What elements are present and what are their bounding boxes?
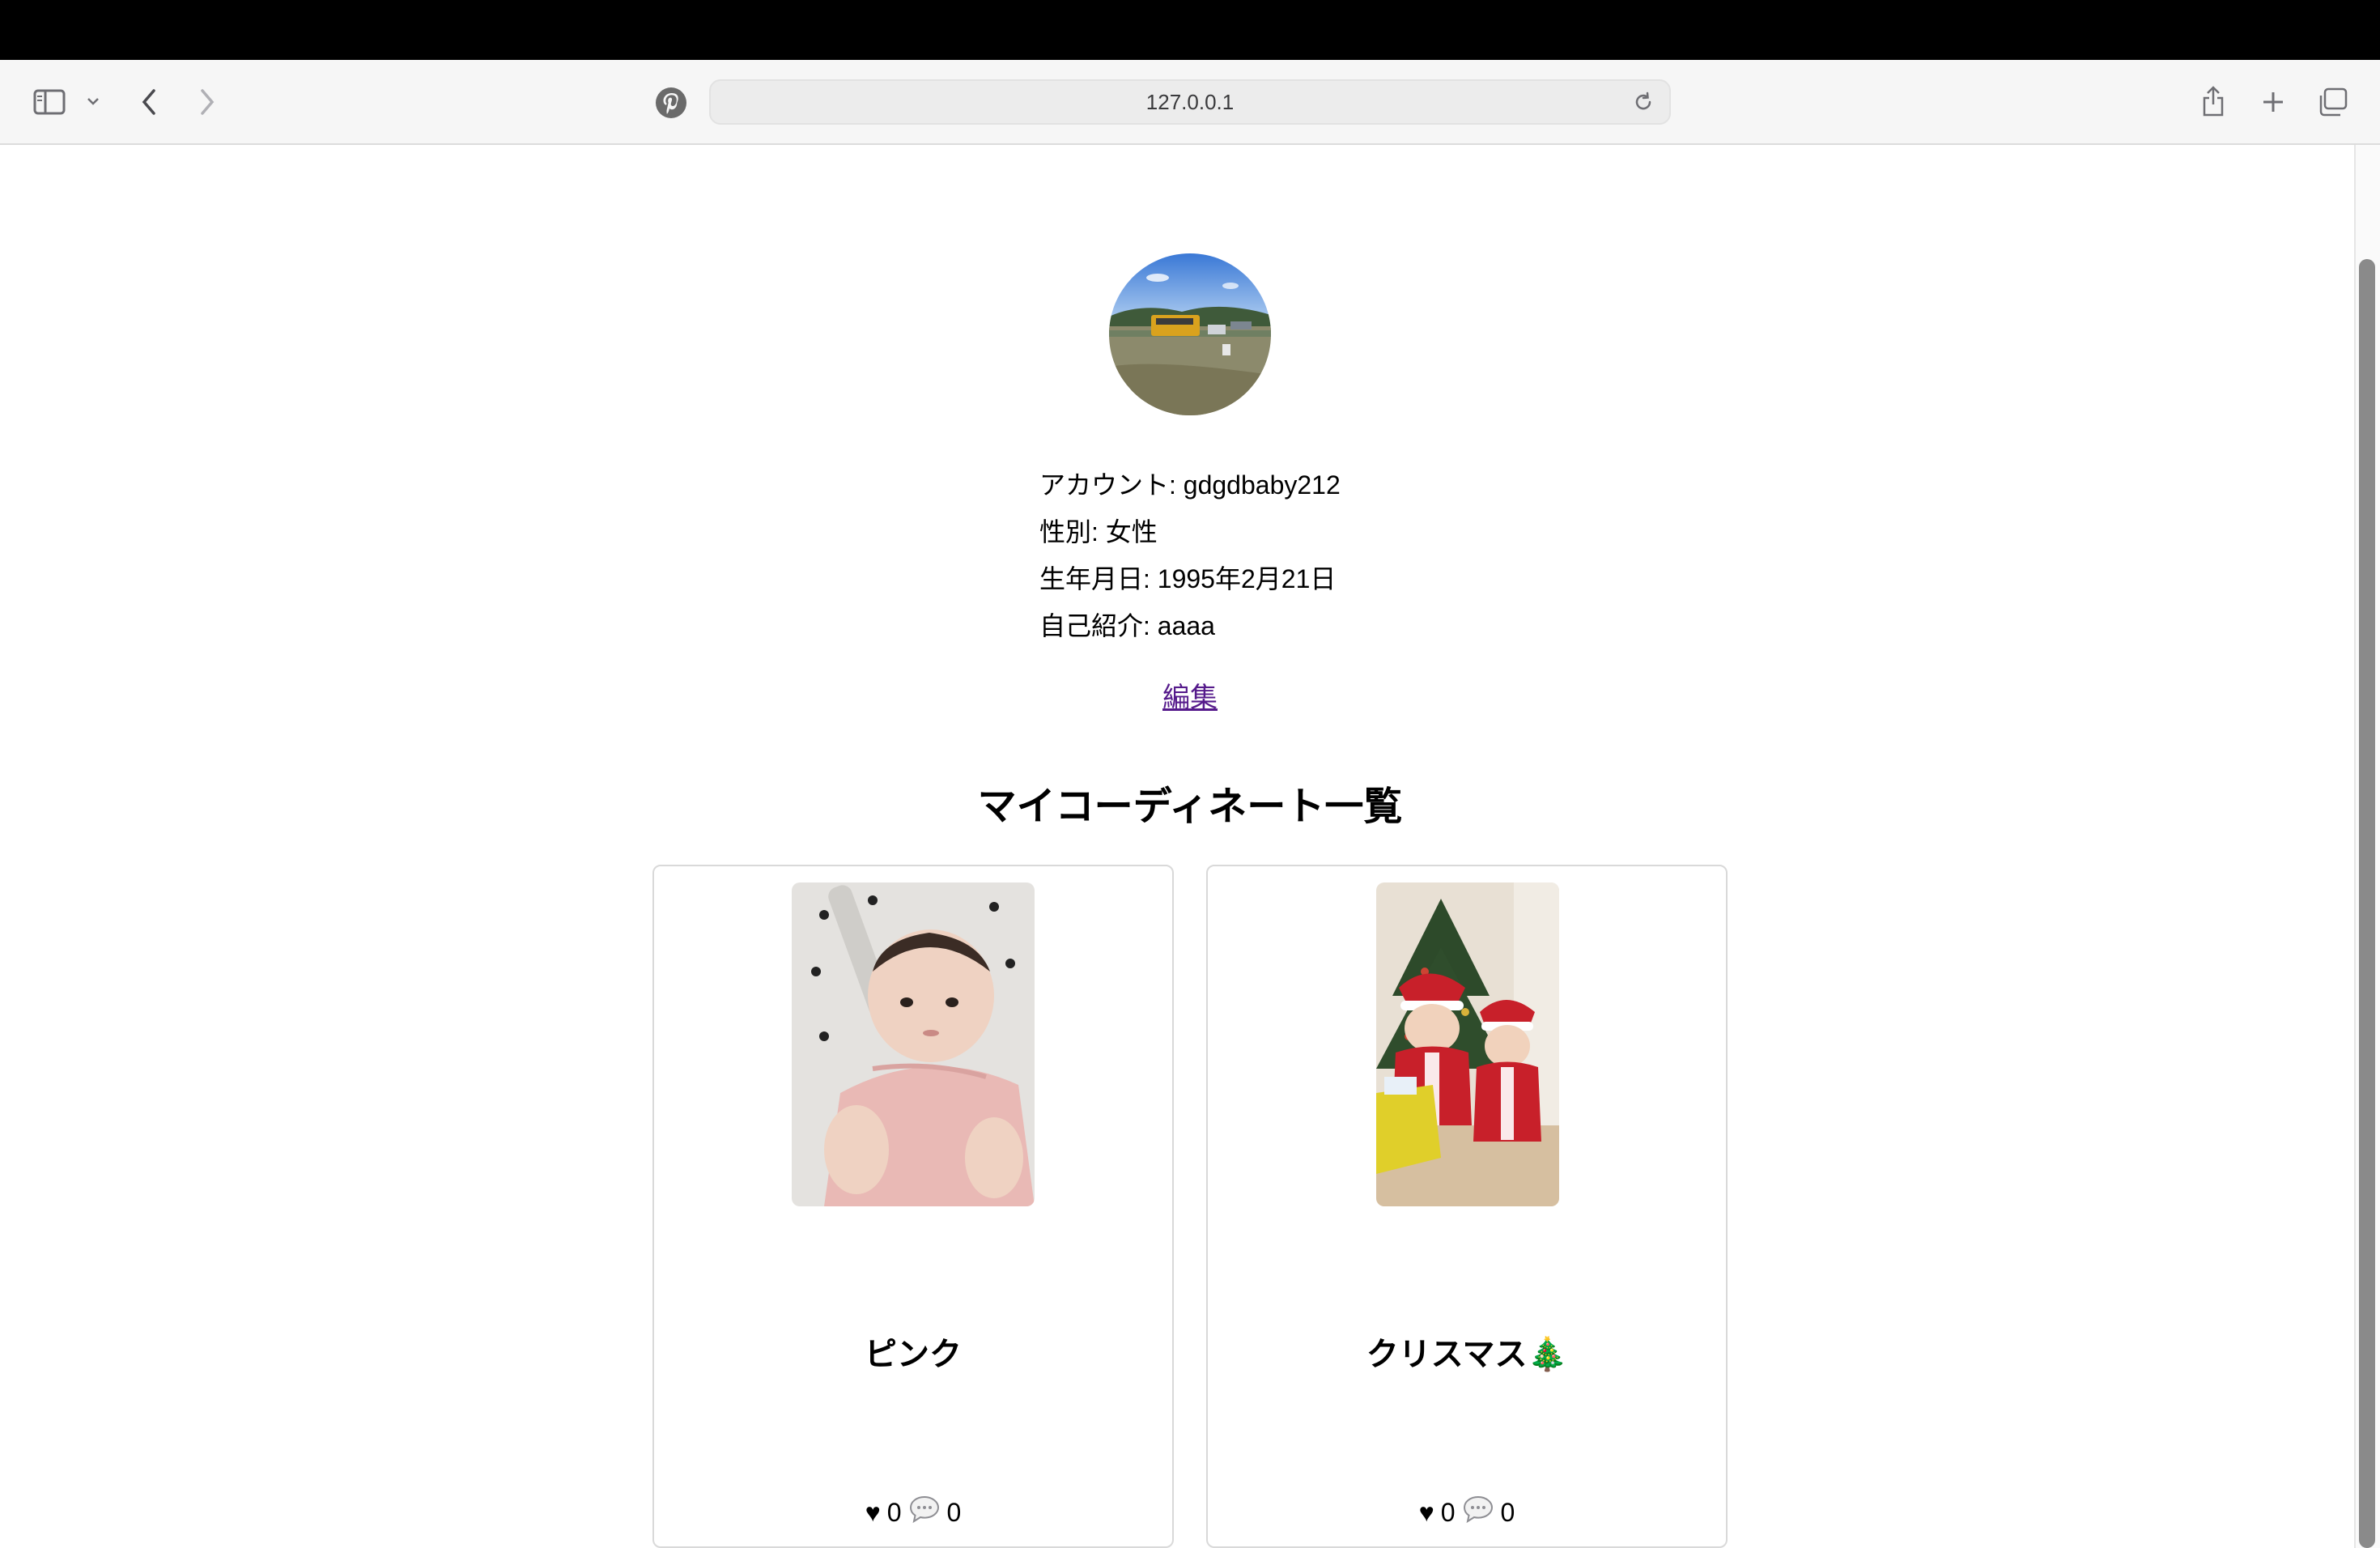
birthday-row: 生年月日: 1995年2月21日: [1039, 564, 1337, 593]
pinterest-icon[interactable]: [654, 86, 688, 120]
scrollbar-thumb[interactable]: [2359, 259, 2375, 1548]
new-tab-icon[interactable]: [2257, 84, 2289, 120]
coordinate-title: ピンク: [865, 1337, 962, 1372]
reload-icon[interactable]: [1632, 91, 1655, 113]
address-bar[interactable]: 127.0.0.1: [709, 79, 1671, 125]
section-title: マイコーディネート一覧: [977, 785, 1403, 828]
chevron-down-icon[interactable]: [83, 89, 104, 113]
coordinate-photo: [1376, 882, 1559, 1206]
avatar: [1109, 253, 1271, 415]
share-icon[interactable]: [2197, 81, 2229, 121]
coordinate-stats: ♥ 0 0: [1208, 1495, 1726, 1530]
coordinate-stats: ♥ 0 0: [654, 1495, 1172, 1530]
heart-icon[interactable]: ♥: [865, 1498, 881, 1528]
comment-count: 0: [946, 1497, 962, 1527]
browser-toolbar: 127.0.0.1: [0, 60, 2380, 145]
bio-row: 自己紹介: aaaa: [1039, 611, 1215, 640]
tab-overview-icon[interactable]: [2315, 84, 2351, 120]
comment-icon[interactable]: [1462, 1495, 1494, 1530]
edit-link[interactable]: 編集: [1109, 675, 1271, 715]
coordinate-title: クリスマス🎄: [1366, 1337, 1568, 1372]
account-row: アカウント: gdgdbaby212: [1039, 470, 1341, 500]
coordinate-card[interactable]: ピンク ♥ 0 0: [652, 865, 1174, 1548]
sidebar-toggle-icon[interactable]: [31, 84, 68, 120]
forward-icon[interactable]: [191, 84, 223, 120]
url-text: 127.0.0.1: [1145, 90, 1235, 114]
coordinate-photo: [792, 882, 1035, 1206]
comment-icon[interactable]: [908, 1495, 941, 1530]
heart-icon[interactable]: ♥: [1419, 1498, 1434, 1528]
coordinate-card[interactable]: クリスマス🎄 ♥ 0 0: [1206, 865, 1728, 1548]
back-icon[interactable]: [133, 84, 165, 120]
comment-count: 0: [1500, 1497, 1515, 1527]
menu-bar: [0, 0, 2380, 60]
gender-row: 性別: 女性: [1039, 517, 1158, 546]
like-count: 0: [1440, 1497, 1456, 1527]
like-count: 0: [886, 1497, 902, 1527]
profile-info: アカウント: gdgdbaby212 性別: 女性 生年月日: 1995年2月2…: [1039, 461, 1341, 649]
